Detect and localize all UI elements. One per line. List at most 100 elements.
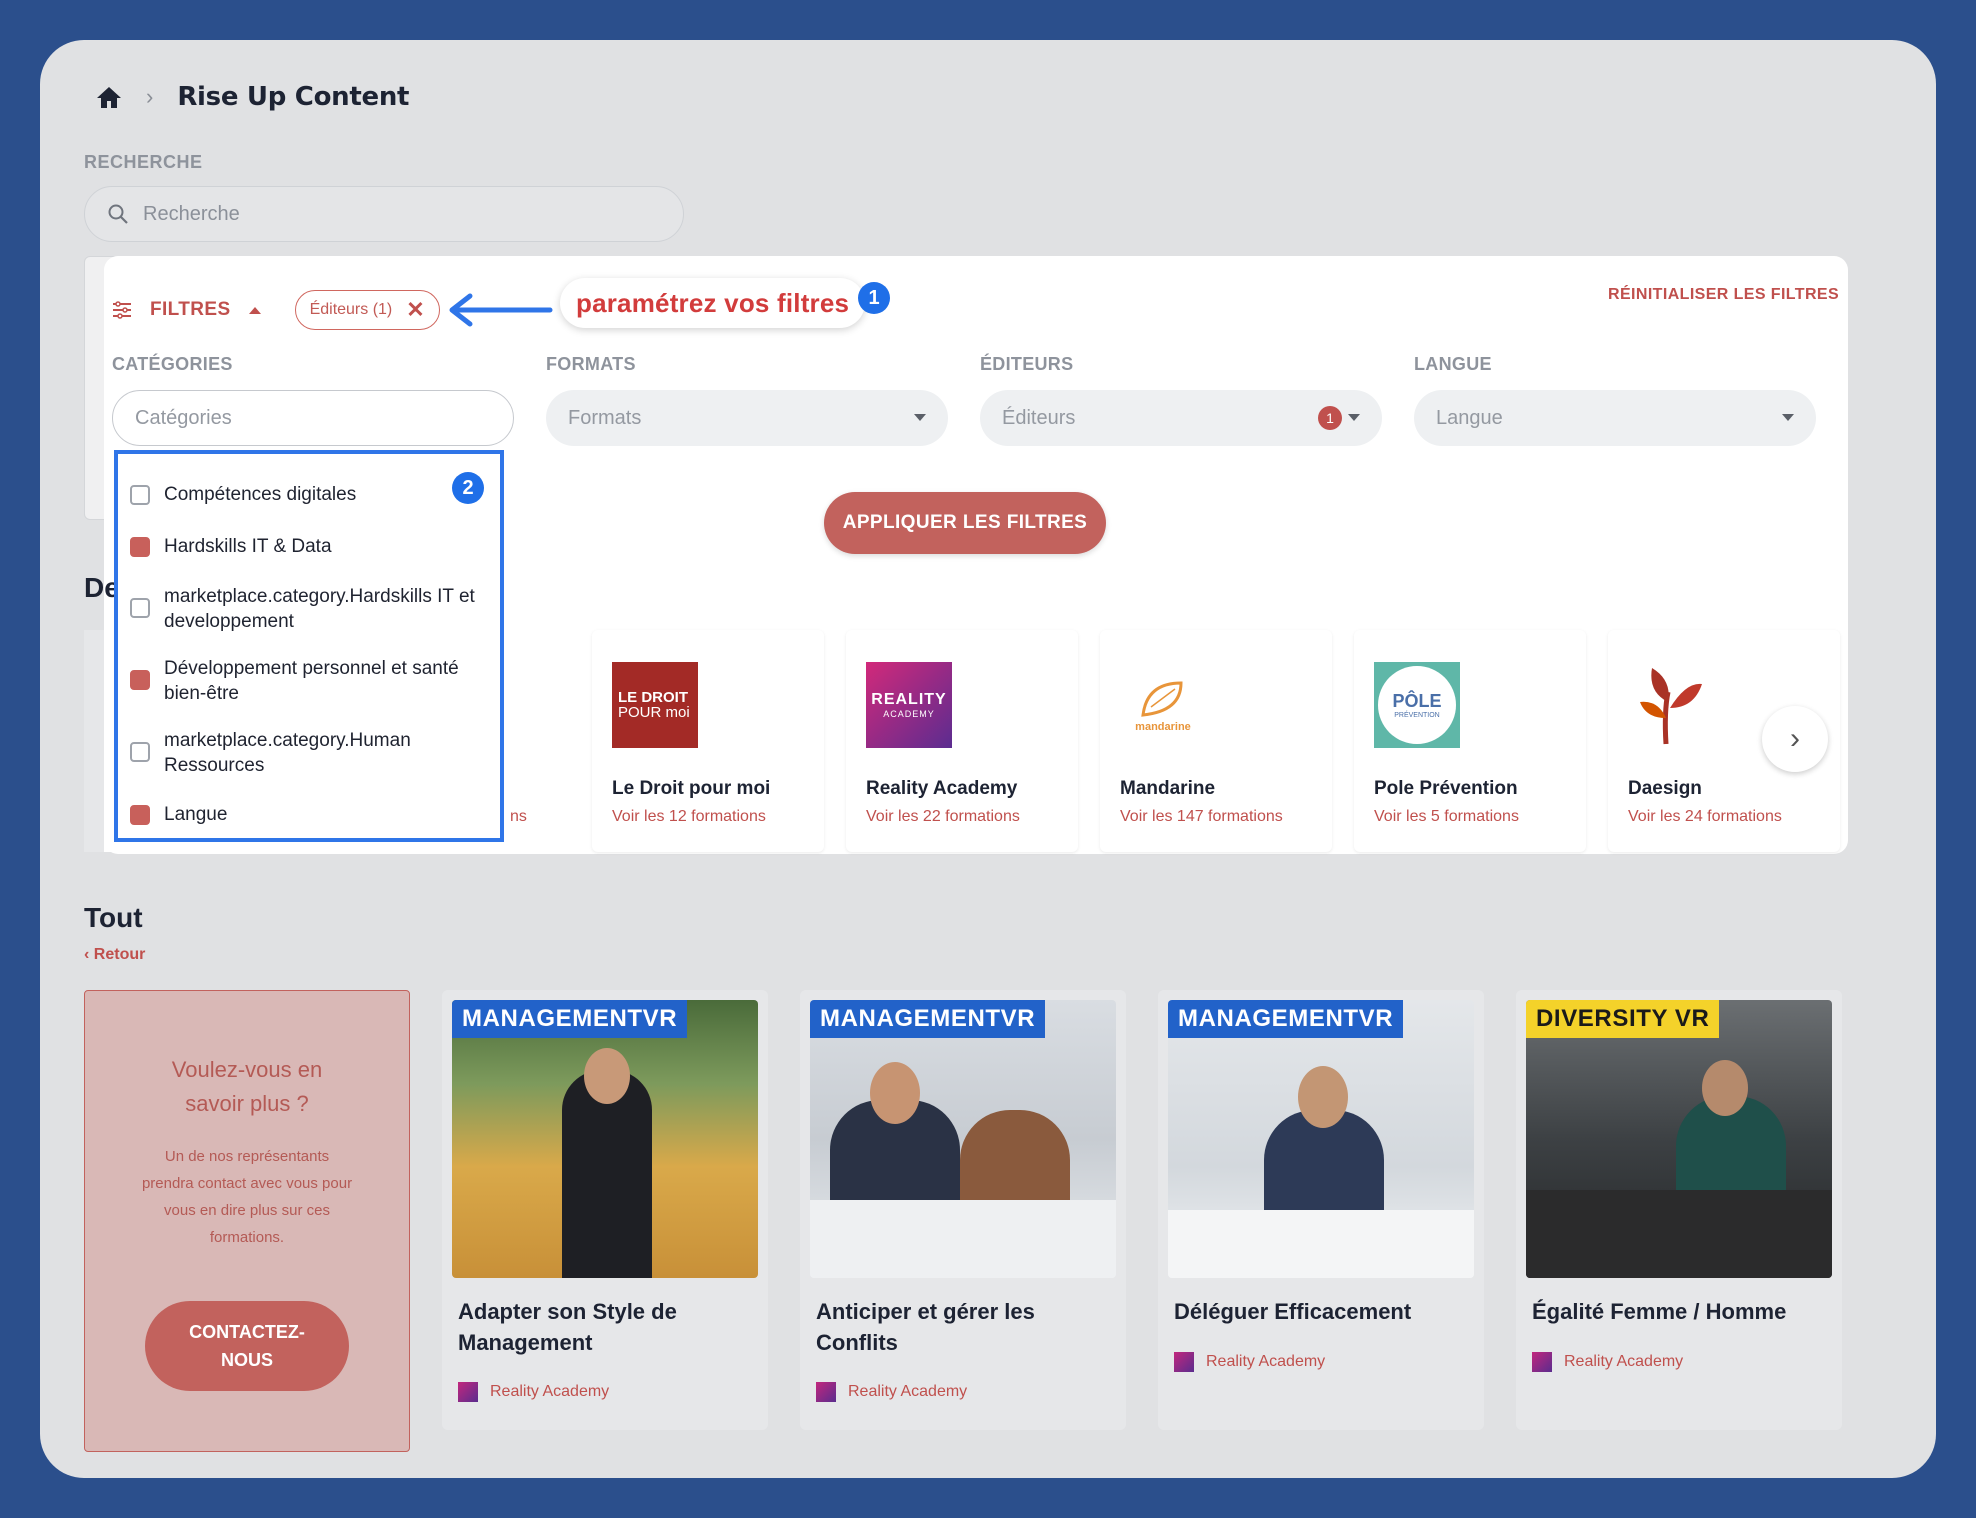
- contact-title: Voulez-vous en savoir plus ?: [171, 1057, 323, 1116]
- language-select[interactable]: Langue: [1414, 390, 1816, 446]
- publisher-name: Le Droit pour moi: [612, 778, 771, 799]
- logo-text: mandarine: [1135, 721, 1191, 733]
- filters-toggle[interactable]: FILTRES: [112, 299, 261, 321]
- contact-card: Voulez-vous en savoir plus ? Un de nos r…: [84, 990, 410, 1452]
- category-label: Développement personnel et santé bien-êt…: [164, 658, 459, 704]
- checkbox[interactable]: [130, 537, 150, 557]
- contact-button[interactable]: CONTACTEZ-NOUS: [145, 1301, 349, 1391]
- chevron-down-icon: [1348, 414, 1360, 421]
- category-option[interactable]: Hardskills IT & Data: [130, 534, 490, 559]
- checkbox[interactable]: [130, 485, 150, 505]
- logo-text: ACADEMY: [883, 709, 935, 719]
- publisher-link[interactable]: Voir les 12 formations: [612, 808, 766, 826]
- close-icon[interactable]: ✕: [406, 299, 424, 321]
- checkbox[interactable]: [130, 805, 150, 825]
- back-label: Retour: [93, 946, 146, 963]
- category-option[interactable]: Compétences digitales: [130, 482, 490, 507]
- course-publisher: Reality Academy: [458, 1382, 609, 1402]
- chevron-down-icon: [1782, 414, 1794, 421]
- publisher-card[interactable]: REALITY ACADEMY Reality Academy Voir les…: [846, 630, 1078, 852]
- logo-text: REALITY: [871, 691, 947, 708]
- course-thumbnail: MANAGEMENTVR: [810, 1000, 1116, 1278]
- reset-filters-link[interactable]: RÉINITIALISER LES FILTRES: [1608, 286, 1839, 304]
- arrow-left-icon: [449, 293, 553, 327]
- caret-up-icon: [248, 306, 261, 314]
- course-publisher: Reality Academy: [1532, 1352, 1683, 1372]
- mandarine-logo: mandarine: [1120, 662, 1206, 748]
- logo-text: PÔLE: [1392, 691, 1442, 711]
- course-thumbnail: MANAGEMENTVR: [1168, 1000, 1474, 1278]
- publisher-card[interactable]: PÔLE PRÉVENTION Pole Prévention Voir les…: [1354, 630, 1586, 852]
- publisher-name: Reality Academy: [490, 1383, 610, 1400]
- category-option[interactable]: Langue: [130, 802, 490, 827]
- step-badge-1: 1: [858, 282, 890, 314]
- banner-label: MANAGEMENTVR: [1168, 1000, 1404, 1038]
- le-droit-pour-moi-logo: LE DROIT POUR moi: [612, 662, 698, 748]
- banner-label: MANAGEMENTVR: [452, 1000, 688, 1038]
- carousel-next-button[interactable]: ›: [1762, 706, 1828, 772]
- publisher-card[interactable]: LE DROIT POUR moi Le Droit pour moi Voir…: [592, 630, 824, 852]
- publisher-name: Pole Prévention: [1374, 778, 1518, 799]
- categories-placeholder: Catégories: [135, 406, 232, 429]
- contact-text: Un de nos représentants prendra contact …: [141, 1148, 353, 1246]
- sliders-icon: [113, 301, 131, 319]
- annotation-callout: paramétrez vos filtres: [560, 278, 866, 328]
- section-title: Tout: [84, 902, 143, 933]
- categories-dropdown: 2 Compétences digitales Hardskills IT & …: [114, 450, 504, 842]
- category-label: Hardskills IT & Data: [164, 536, 332, 557]
- course-card[interactable]: MANAGEMENTVR Adapter son Style de Manage…: [442, 990, 768, 1430]
- course-thumbnail: DIVERSITY VR: [1526, 1000, 1832, 1278]
- category-label: Compétences digitales: [164, 484, 357, 505]
- filters-label: FILTRES: [150, 299, 231, 320]
- publishers-select[interactable]: Éditeurs 1: [980, 390, 1382, 446]
- publisher-name: Reality Academy: [1206, 1353, 1326, 1370]
- category-option[interactable]: marketplace.category.Human Ressources: [130, 728, 490, 778]
- checkbox[interactable]: [130, 742, 150, 762]
- banner-label: DIVERSITY VR: [1526, 1000, 1720, 1038]
- publisher-link[interactable]: Voir les 24 formations: [1628, 808, 1782, 826]
- category-label: marketplace.category.Human Ressources: [164, 730, 411, 776]
- logo-text: PRÉVENTION: [1394, 712, 1440, 719]
- publisher-sub-partial: ns: [510, 808, 527, 825]
- active-filter-chip[interactable]: Éditeurs (1) ✕: [294, 290, 440, 330]
- chevron-right-icon: ›: [146, 84, 154, 109]
- course-card[interactable]: MANAGEMENTVR Déléguer Efficacement Reali…: [1158, 990, 1484, 1430]
- home-icon[interactable]: [96, 85, 122, 109]
- chevron-down-icon: [914, 414, 926, 421]
- formats-label: FORMATS: [546, 354, 636, 374]
- logo-text: LE DROIT: [618, 689, 688, 706]
- checkbox[interactable]: [130, 670, 150, 690]
- publishers-label: ÉDITEURS: [980, 354, 1074, 374]
- filter-header: FILTRES Éditeurs (1) ✕: [112, 284, 440, 336]
- course-card[interactable]: MANAGEMENTVR Anticiper et gérer les Conf…: [800, 990, 1126, 1430]
- course-title: Déléguer Efficacement: [1174, 1299, 1412, 1324]
- category-label: Langue: [164, 804, 228, 825]
- formats-select[interactable]: Formats: [546, 390, 948, 446]
- publisher-card[interactable]: mandarine Mandarine Voir les 147 formati…: [1100, 630, 1332, 852]
- category-option[interactable]: Développement personnel et santé bien-êt…: [130, 656, 490, 706]
- language-placeholder: Langue: [1436, 406, 1503, 429]
- categories-label: CATÉGORIES: [112, 354, 233, 374]
- publisher-link[interactable]: Voir les 147 formations: [1120, 808, 1283, 826]
- course-card[interactable]: DIVERSITY VR Égalité Femme / Homme Reali…: [1516, 990, 1842, 1430]
- language-label: LANGUE: [1414, 354, 1492, 374]
- reality-academy-logo: [816, 1382, 836, 1402]
- formats-placeholder: Formats: [568, 406, 642, 429]
- publisher-link[interactable]: Voir les 22 formations: [866, 808, 1020, 826]
- search-placeholder: Recherche: [143, 202, 240, 225]
- publisher-link[interactable]: Voir les 5 formations: [1374, 808, 1519, 826]
- categories-input[interactable]: Catégories: [112, 390, 514, 446]
- reality-academy-logo: [1532, 1352, 1552, 1372]
- chevron-left-icon: ‹: [84, 946, 94, 963]
- logo-text: POUR moi: [618, 704, 690, 721]
- search-input[interactable]: Recherche: [84, 186, 684, 242]
- publisher-name: Reality Academy: [866, 778, 1018, 799]
- publisher-name: Reality Academy: [1564, 1353, 1684, 1370]
- category-option[interactable]: marketplace.category.Hardskills IT et de…: [130, 584, 490, 634]
- search-icon: [108, 204, 128, 224]
- chip-label: Éditeurs (1): [309, 301, 393, 318]
- daesign-logo: [1628, 662, 1714, 748]
- back-link[interactable]: ‹ Retour: [84, 946, 145, 964]
- apply-filters-button[interactable]: APPLIQUER LES FILTRES: [824, 492, 1106, 554]
- checkbox[interactable]: [130, 598, 150, 618]
